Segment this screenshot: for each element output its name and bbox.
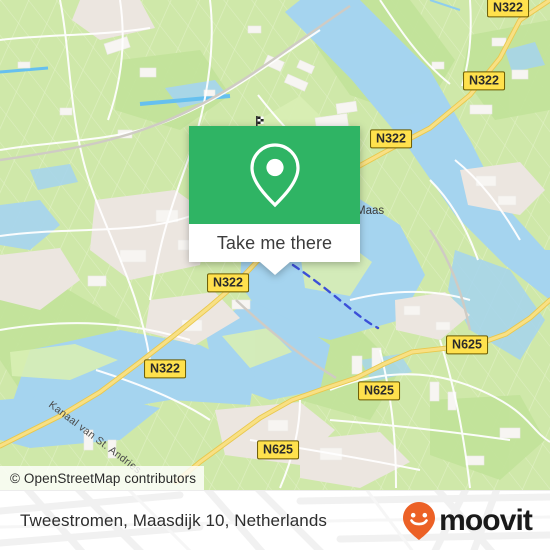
road-shield-n322: N322 xyxy=(207,273,249,293)
callout-pin-area xyxy=(189,126,360,224)
take-me-there-label: Take me there xyxy=(216,232,333,253)
road-shield-n322: N322 xyxy=(463,71,505,91)
road-shield-label: N625 xyxy=(452,337,482,352)
road-shield-label: N322 xyxy=(376,131,406,146)
map-canvas[interactable]: Maas Kanaal van St. Andries N322 N322 N322… xyxy=(0,0,550,490)
moovit-map-screenshot: Maas Kanaal van St. Andries N322 N322 N322… xyxy=(0,0,550,550)
road-shield-label: N625 xyxy=(364,383,394,398)
attribution-text: © OpenStreetMap contributors xyxy=(10,470,197,486)
road-shield-label: N322 xyxy=(493,0,523,15)
callout-pointer xyxy=(259,262,290,275)
footer-bar: Tweestromen, Maasdijk 10, Netherlands mo… xyxy=(0,490,550,550)
moovit-brand-logo[interactable]: moovit xyxy=(402,501,533,541)
moovit-wordmark: moovit xyxy=(439,504,533,537)
road-shield-label: N322 xyxy=(150,361,180,376)
road-shield-n625: N625 xyxy=(358,381,400,401)
road-shield-label: N322 xyxy=(213,275,243,290)
location-callout-card[interactable]: Take me there xyxy=(189,126,360,275)
road-shield-label: N625 xyxy=(263,442,293,457)
road-shield-n322: N322 xyxy=(144,359,186,379)
road-shield-n322: N322 xyxy=(370,129,412,149)
take-me-there-button[interactable]: Take me there xyxy=(189,224,360,262)
osm-attribution: © OpenStreetMap contributors xyxy=(0,466,205,490)
location-pin-icon xyxy=(249,143,300,208)
moovit-pin-icon xyxy=(403,502,436,540)
road-shield-n625: N625 xyxy=(446,335,488,355)
footer-address-text: Tweestromen, Maasdijk 10, Netherlands xyxy=(20,511,328,530)
water-label-maas: Maas xyxy=(356,205,384,217)
road-shield-n625: N625 xyxy=(257,440,299,460)
road-shield-n322: N322 xyxy=(487,0,529,18)
road-shield-label: N322 xyxy=(469,73,499,88)
